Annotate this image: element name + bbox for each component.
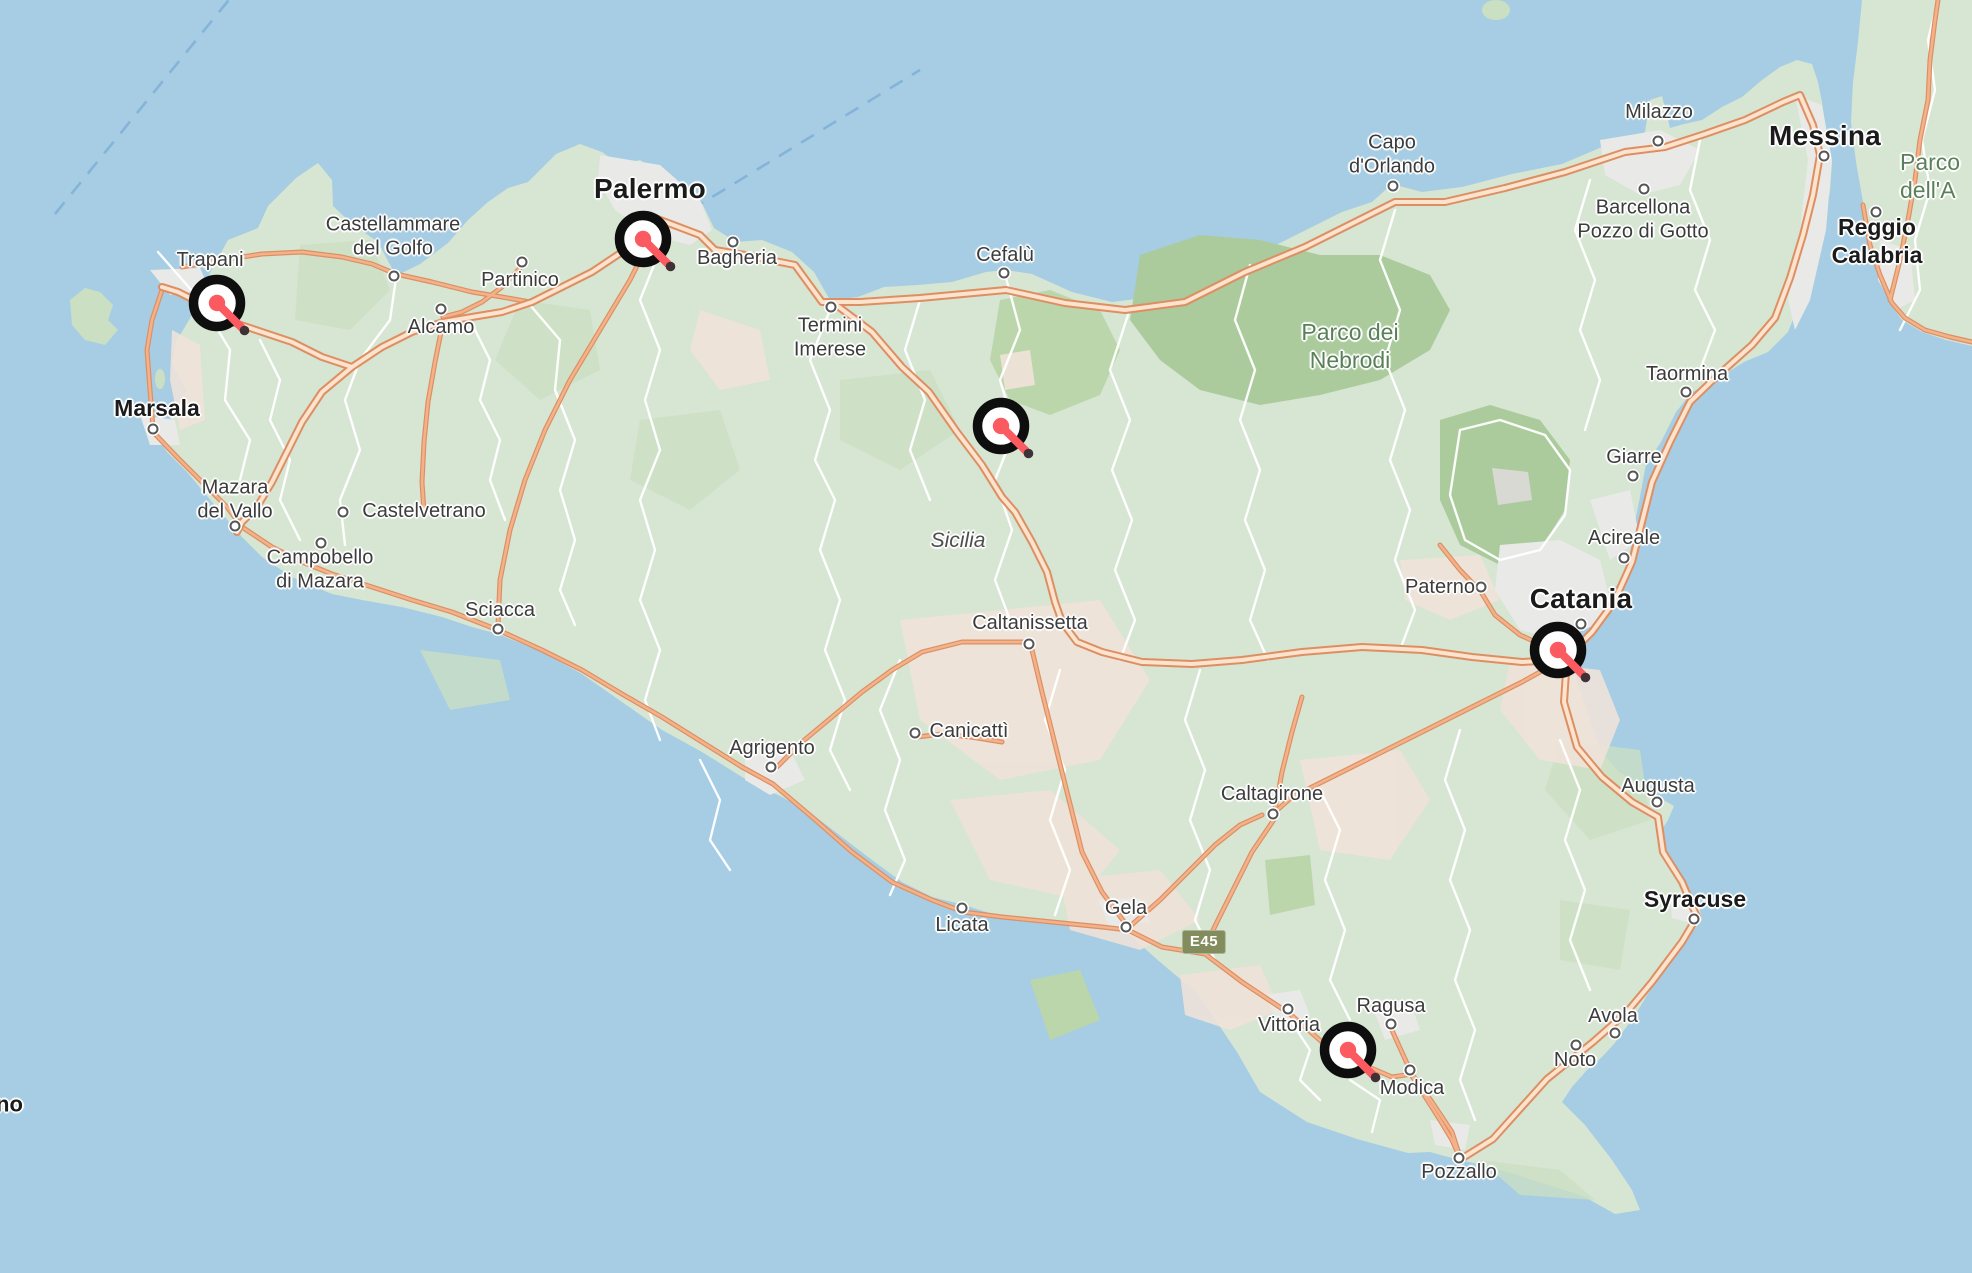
city-dot-milazzo [1653, 136, 1664, 147]
city-dot-partinico [517, 257, 528, 268]
city-dot-bagheria [728, 237, 739, 248]
map-marker-ragusa-modica[interactable] [1310, 1012, 1386, 1088]
city-dot-syracuse [1689, 914, 1700, 925]
map-marker-palermo[interactable] [605, 201, 681, 277]
city-dot-caltanissetta [1024, 639, 1035, 650]
gauge-pin-icon [179, 265, 255, 341]
map-canvas[interactable]: PalermoCataniaMessinaMarsalaReggio Calab… [0, 0, 1972, 1273]
city-dot-campobello-di-mazara [316, 538, 327, 549]
map-marker-trapani[interactable] [179, 265, 255, 341]
city-dot-pozzallo [1454, 1153, 1465, 1164]
city-dot-taormina [1681, 387, 1692, 398]
city-dot-noto [1571, 1040, 1582, 1051]
city-dot-alcamo [436, 304, 447, 315]
city-dot-canicatt [910, 728, 921, 739]
city-dot-licata [957, 903, 968, 914]
city-dot-sciacca [493, 624, 504, 635]
city-dot-capo-d-orlando [1388, 181, 1399, 192]
city-dot-castellammare-del-golfo [389, 271, 400, 282]
city-dot-messina [1819, 151, 1830, 162]
map-marker-catania[interactable] [1520, 612, 1596, 688]
city-dot-augusta [1652, 797, 1663, 808]
city-dot-paterno [1476, 582, 1487, 593]
city-dot-mazara-del-vallo [230, 521, 241, 532]
city-dot-reggio-calabria [1871, 207, 1882, 218]
city-dot-modica [1405, 1065, 1416, 1076]
road-badge-e45: E45 [1182, 930, 1226, 954]
gauge-pin-icon [963, 388, 1039, 464]
city-dot-barcellona-pozzo-di-gotto [1639, 184, 1650, 195]
city-dot-acireale [1619, 553, 1630, 564]
city-dot-termini-imerese [826, 302, 837, 313]
map-marker-central-sicily[interactable] [963, 388, 1039, 464]
city-dot-ragusa [1386, 1019, 1397, 1030]
gauge-pin-icon [1310, 1012, 1386, 1088]
city-dot-marsala [148, 424, 159, 435]
city-dot-caltagirone [1268, 809, 1279, 820]
map-base-svg [0, 0, 1972, 1273]
gauge-pin-icon [605, 201, 681, 277]
city-dot-giarre [1628, 471, 1639, 482]
map-app: { "map": { "colors": { "water":"#a6cde3"… [0, 0, 1972, 1273]
city-dot-cefal [999, 268, 1010, 279]
city-dot-castelvetrano [338, 507, 349, 518]
gauge-pin-icon [1520, 612, 1596, 688]
city-dot-agrigento [766, 762, 777, 773]
city-dot-gela [1121, 922, 1132, 933]
city-dot-vittoria [1283, 1004, 1294, 1015]
city-dot-avola [1610, 1028, 1621, 1039]
